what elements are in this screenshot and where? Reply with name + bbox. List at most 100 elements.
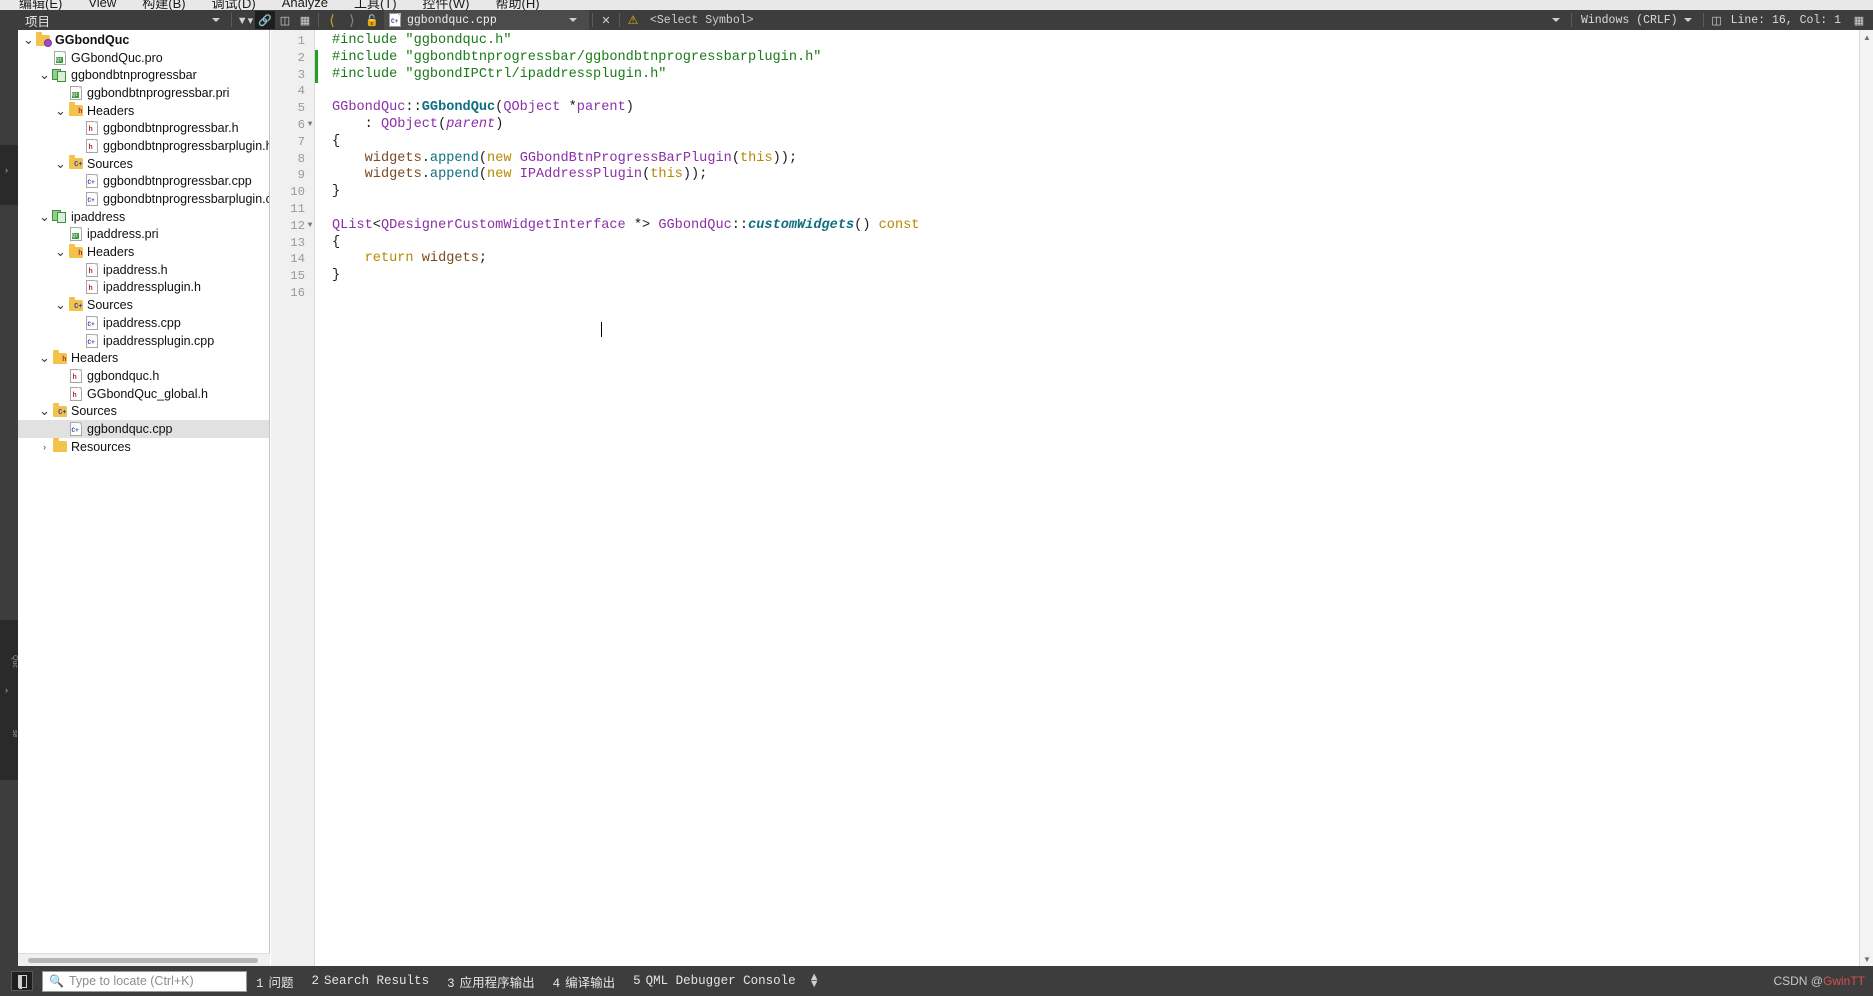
- code-line[interactable]: 3 #include "ggbondIPCtrl/ipaddressplugin…: [271, 66, 919, 84]
- code-line[interactable]: 9 widgets.append(new IPAddressPlugin(thi…: [271, 167, 919, 184]
- menu-item-0[interactable]: 编辑(E): [6, 0, 75, 10]
- chevron-down-icon-file[interactable]: [569, 18, 577, 22]
- scroll-down-icon[interactable]: ▼: [1860, 952, 1873, 966]
- project-mode-selector[interactable]: 项目: [0, 10, 228, 30]
- open-file-tab[interactable]: C+ ggbondquc.cpp: [384, 10, 589, 30]
- output-pane-button-2[interactable]: 2 Search Results: [303, 974, 439, 988]
- tree-row[interactable]: ⌄ h Headers: [18, 349, 269, 367]
- warning-icon[interactable]: ⚠: [623, 11, 643, 29]
- toggle-sidebar-icon[interactable]: [11, 971, 33, 991]
- tree-row[interactable]: Qt ipaddress.pri: [18, 226, 269, 244]
- output-pane-button-4[interactable]: 4 编译输出: [544, 972, 625, 991]
- tree-row[interactable]: ⌄ C+ Sources: [18, 155, 269, 173]
- code-line[interactable]: 12 ▼ QList<QDesignerCustomWidgetInterface …: [271, 218, 919, 235]
- up-down-arrows-icon[interactable]: ▲ ▼: [809, 972, 820, 990]
- tree-row[interactable]: h ipaddressplugin.h: [18, 279, 269, 297]
- chevron-down-icon[interactable]: ⌄: [54, 245, 67, 258]
- tree-row[interactable]: ⌄ h Headers: [18, 243, 269, 261]
- tree-scrollbar-thumb[interactable]: [28, 958, 258, 963]
- scroll-up-icon[interactable]: ▲: [1860, 30, 1873, 44]
- tree-row[interactable]: ⌄ C+ Sources: [18, 402, 269, 420]
- code-line[interactable]: 13 {: [271, 235, 919, 252]
- line-col-indicator[interactable]: Line: 16, Col: 1: [1727, 14, 1849, 27]
- chevron-down-icon[interactable]: ⌄: [38, 404, 51, 417]
- menu-item-2[interactable]: 构建(B): [129, 0, 198, 10]
- chevron-down-icon[interactable]: ⌄: [54, 104, 67, 117]
- code-line[interactable]: 2 #include "ggbondbtnprogressbar/ggbondb…: [271, 49, 919, 67]
- tree-row[interactable]: ⌄ h Headers: [18, 102, 269, 120]
- tree-row[interactable]: › Resources: [18, 438, 269, 456]
- code-editor[interactable]: 1 #include "ggbondquc.h" 2 #include "ggbo…: [271, 30, 1865, 966]
- mode-bar-item-1[interactable]: se: [0, 730, 18, 737]
- mode-bar-item-0[interactable]: Quc: [0, 655, 18, 668]
- tree-row[interactable]: h GGbondQuc_global.h: [18, 385, 269, 403]
- code-line[interactable]: 8 widgets.append(new GGbondBtnProgressBa…: [271, 151, 919, 168]
- tree-row-selected[interactable]: C+ ggbondquc.cpp: [18, 420, 269, 438]
- link-icon[interactable]: 🔗: [255, 11, 275, 29]
- project-tree-panel[interactable]: ⌄ GGbondQuc Qt GGbondQuc.pro ⌄ ggbondbtnprog…: [18, 30, 270, 966]
- fold-toggle-icon[interactable]: ▼: [305, 218, 315, 235]
- fold-toggle-icon[interactable]: ▼: [305, 117, 315, 134]
- code-line[interactable]: 10 }: [271, 184, 919, 201]
- chevron-down-icon[interactable]: ⌄: [38, 68, 51, 81]
- code-line[interactable]: 16: [271, 285, 919, 302]
- code-line[interactable]: 7 {: [271, 134, 919, 151]
- chevron-down-icon[interactable]: ⌄: [38, 351, 51, 364]
- menu-item-4[interactable]: Analyze: [269, 0, 341, 10]
- code-line[interactable]: 4: [271, 83, 919, 100]
- menu-item-6[interactable]: 控件(W): [410, 0, 483, 10]
- code-line[interactable]: 14 return widgets;: [271, 251, 919, 268]
- symbol-selector[interactable]: <Select Symbol>: [643, 14, 1552, 27]
- mode-bar-chevron-icon-1[interactable]: ›: [5, 685, 8, 695]
- code-line[interactable]: 6 ▼ : QObject(parent): [271, 117, 919, 134]
- tree-row[interactable]: C+ ggbondbtnprogressbar.cpp: [18, 173, 269, 191]
- locator-input[interactable]: 🔍 Type to locate (Ctrl+K): [42, 970, 247, 992]
- close-icon[interactable]: ✕: [596, 11, 616, 29]
- output-pane-button-5[interactable]: 5 QML Debugger Console: [624, 974, 805, 988]
- forward-arrow-icon[interactable]: ⟩: [342, 11, 362, 29]
- chevron-down-icon[interactable]: ⌄: [54, 298, 67, 311]
- chevron-down-icon[interactable]: ⌄: [22, 33, 35, 46]
- menu-item-7[interactable]: 帮助(H): [482, 0, 552, 10]
- tree-row[interactable]: ⌄ ggbondbtnprogressbar: [18, 66, 269, 84]
- chevron-down-icon[interactable]: ⌄: [38, 210, 51, 223]
- filter-icon[interactable]: ▼▾: [235, 11, 255, 29]
- mode-bar-chevron-icon-0[interactable]: ›: [5, 165, 8, 175]
- sidebar-icon[interactable]: ▦: [295, 11, 315, 29]
- tree-row[interactable]: Qt ggbondbtnprogressbar.pri: [18, 84, 269, 102]
- code-line[interactable]: 11: [271, 201, 919, 218]
- tree-row[interactable]: h ggbondbtnprogressbar.h: [18, 119, 269, 137]
- tree-row[interactable]: ⌄ GGbondQuc: [18, 31, 269, 49]
- code-line[interactable]: 1 #include "ggbondquc.h": [271, 33, 919, 50]
- tree-row[interactable]: h ggbondbtnprogressbarplugin.h: [18, 137, 269, 155]
- back-arrow-icon[interactable]: ⟨: [322, 11, 342, 29]
- chevron-down-icon-encoding[interactable]: [1683, 18, 1692, 22]
- split-icon[interactable]: ◫: [275, 11, 295, 29]
- tree-horizontal-scrollbar[interactable]: [18, 953, 270, 966]
- chevron-down-icon-right[interactable]: [1551, 18, 1560, 22]
- chevron-down-icon[interactable]: ⌄: [54, 157, 67, 170]
- code-line[interactable]: 5 GGbondQuc::GGbondQuc(QObject *parent): [271, 100, 919, 117]
- editor-vertical-scrollbar[interactable]: ▲ ▼: [1859, 30, 1873, 966]
- menu-item-5[interactable]: 工具(T): [341, 0, 410, 10]
- tree-row[interactable]: h ipaddress.h: [18, 261, 269, 279]
- tree-row[interactable]: ⌄ ipaddress: [18, 208, 269, 226]
- tree-row[interactable]: ⌄ C+ Sources: [18, 296, 269, 314]
- lock-icon[interactable]: 🔓: [362, 11, 382, 29]
- tree-row[interactable]: Qt GGbondQuc.pro: [18, 49, 269, 67]
- tree-row[interactable]: C+ ipaddressplugin.cpp: [18, 332, 269, 350]
- project-tree[interactable]: ⌄ GGbondQuc Qt GGbondQuc.pro ⌄ ggbondbtnprog…: [18, 30, 269, 456]
- tree-row[interactable]: C+ ggbondbtnprogressbarplugin.cpp: [18, 190, 269, 208]
- code-content[interactable]: 1 #include "ggbondquc.h" 2 #include "ggbo…: [271, 30, 919, 302]
- menu-item-1[interactable]: View: [75, 0, 129, 10]
- split-editor-icon[interactable]: ▦: [1849, 11, 1869, 29]
- code-line[interactable]: 15 }: [271, 268, 919, 285]
- line-wrap-icon[interactable]: ◫: [1707, 11, 1727, 29]
- tree-row[interactable]: h ggbondquc.h: [18, 367, 269, 385]
- menu-item-3[interactable]: 调试(D): [199, 0, 269, 10]
- output-pane-button-3[interactable]: 3 应用程序输出: [438, 972, 544, 991]
- output-pane-button-1[interactable]: 1 问题: [247, 972, 303, 991]
- encoding-selector[interactable]: Windows (CRLF): [1575, 14, 1684, 27]
- chevron-right-icon[interactable]: ›: [38, 442, 51, 452]
- tree-row[interactable]: C+ ipaddress.cpp: [18, 314, 269, 332]
